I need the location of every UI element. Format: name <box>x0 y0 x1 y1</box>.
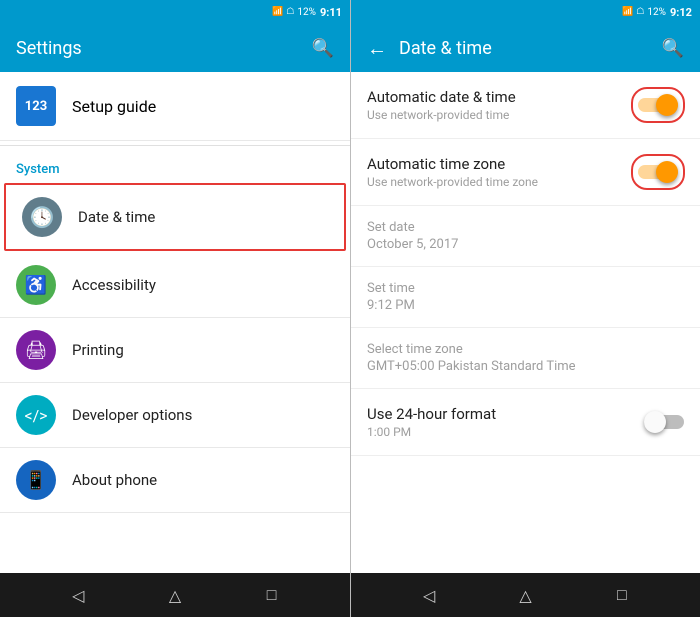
format24-info: Use 24-hour format 1:00 PM <box>367 405 496 439</box>
right-nav-bar: ◁ △ □ <box>351 573 700 617</box>
right-recent-button[interactable]: □ <box>606 579 638 611</box>
right-panel: 📶 ☖ 12% 9:12 ← Date & time 🔍 Automatic d… <box>350 0 700 617</box>
wifi-icon: 📶 <box>272 7 283 17</box>
right-battery-icon: 12% <box>647 7 666 18</box>
set-time-label: Set time <box>367 281 684 296</box>
format24-toggle[interactable] <box>644 411 684 433</box>
auto-date-time-sub: Use network-provided time <box>367 108 516 122</box>
auto-date-time-info: Automatic date & time Use network-provid… <box>367 88 516 122</box>
setup-icon: 123 <box>16 86 56 126</box>
right-back-nav-button[interactable]: ◁ <box>413 579 445 611</box>
auto-date-time-item[interactable]: Automatic date & time Use network-provid… <box>351 72 700 139</box>
select-timezone-item: Select time zone GMT+05:00 Pakistan Stan… <box>351 328 700 389</box>
set-time-value: 9:12 PM <box>367 298 684 313</box>
right-status-bar: 📶 ☖ 12% 9:12 <box>351 0 700 24</box>
about-phone-item[interactable]: 📱 About phone <box>0 448 350 513</box>
right-content: Automatic date & time Use network-provid… <box>351 72 700 573</box>
printing-item[interactable]: 🖨 Printing <box>0 318 350 383</box>
left-recent-button[interactable]: □ <box>256 579 288 611</box>
format24-item[interactable]: Use 24-hour format 1:00 PM <box>351 389 700 456</box>
developer-options-item[interactable]: </> Developer options <box>0 383 350 448</box>
developer-options-label: Developer options <box>72 406 192 424</box>
auto-timezone-sub: Use network-provided time zone <box>367 175 538 189</box>
setup-guide-item[interactable]: 123 Setup guide <box>0 72 350 141</box>
right-top-bar: ← Date & time 🔍 <box>351 24 700 72</box>
set-date-value: October 5, 2017 <box>367 237 684 252</box>
format24-label: Use 24-hour format <box>367 405 496 423</box>
print-icon: 🖨 <box>16 330 56 370</box>
clock-icon: 🕓 <box>22 197 62 237</box>
system-section-label: System <box>0 150 350 181</box>
signal-icon: ☖ <box>286 7 294 17</box>
right-time: 9:12 <box>670 6 692 19</box>
right-signal-icon: ☖ <box>636 7 644 17</box>
phone-icon: 📱 <box>16 460 56 500</box>
right-title: Date & time <box>399 38 662 59</box>
select-timezone-value: GMT+05:00 Pakistan Standard Time <box>367 359 684 374</box>
left-nav-bar: ◁ △ □ <box>0 573 350 617</box>
left-content: 123 Setup guide System 🕓 Date & time ♿ A… <box>0 72 350 573</box>
format24-sub: 1:00 PM <box>367 425 496 439</box>
auto-date-time-toggle[interactable] <box>638 94 678 116</box>
accessibility-item[interactable]: ♿ Accessibility <box>0 253 350 318</box>
left-title: Settings <box>16 38 312 59</box>
date-time-label: Date & time <box>78 208 155 226</box>
setup-guide-label: Setup guide <box>72 97 156 116</box>
right-home-button[interactable]: △ <box>509 579 541 611</box>
left-search-icon[interactable]: 🔍 <box>312 38 334 59</box>
status-icons: 📶 ☖ 12% <box>272 7 316 18</box>
left-home-button[interactable]: △ <box>159 579 191 611</box>
toggle-thumb-on <box>656 94 678 116</box>
format24-toggle-thumb <box>644 411 666 433</box>
set-date-item: Set date October 5, 2017 <box>351 206 700 267</box>
left-back-button[interactable]: ◁ <box>62 579 94 611</box>
about-phone-label: About phone <box>72 471 157 489</box>
auto-date-time-toggle-ring <box>632 88 684 122</box>
right-search-icon[interactable]: 🔍 <box>662 38 684 59</box>
left-top-bar: Settings 🔍 <box>0 24 350 72</box>
set-date-label: Set date <box>367 220 684 235</box>
auto-timezone-label: Automatic time zone <box>367 155 538 173</box>
left-panel: 📶 ☖ 12% 9:11 Settings 🔍 123 Setup guide … <box>0 0 350 617</box>
set-time-item: Set time 9:12 PM <box>351 267 700 328</box>
auto-timezone-info: Automatic time zone Use network-provided… <box>367 155 538 189</box>
auto-date-time-label: Automatic date & time <box>367 88 516 106</box>
right-wifi-icon: 📶 <box>622 7 633 17</box>
printing-label: Printing <box>72 341 124 359</box>
developer-icon: </> <box>16 395 56 435</box>
auto-timezone-toggle-ring <box>632 155 684 189</box>
auto-timezone-item[interactable]: Automatic time zone Use network-provided… <box>351 139 700 206</box>
accessibility-label: Accessibility <box>72 276 156 294</box>
battery-icon: 12% <box>297 7 316 18</box>
accessibility-icon: ♿ <box>16 265 56 305</box>
timezone-toggle-thumb <box>656 161 678 183</box>
auto-timezone-toggle[interactable] <box>638 161 678 183</box>
right-back-button[interactable]: ← <box>367 36 387 61</box>
right-status-icons: 📶 ☖ 12% <box>622 7 666 18</box>
left-time: 9:11 <box>320 6 342 19</box>
select-timezone-label: Select time zone <box>367 342 684 357</box>
date-time-item[interactable]: 🕓 Date & time <box>4 183 346 251</box>
left-status-bar: 📶 ☖ 12% 9:11 <box>0 0 350 24</box>
system-divider <box>0 145 350 146</box>
